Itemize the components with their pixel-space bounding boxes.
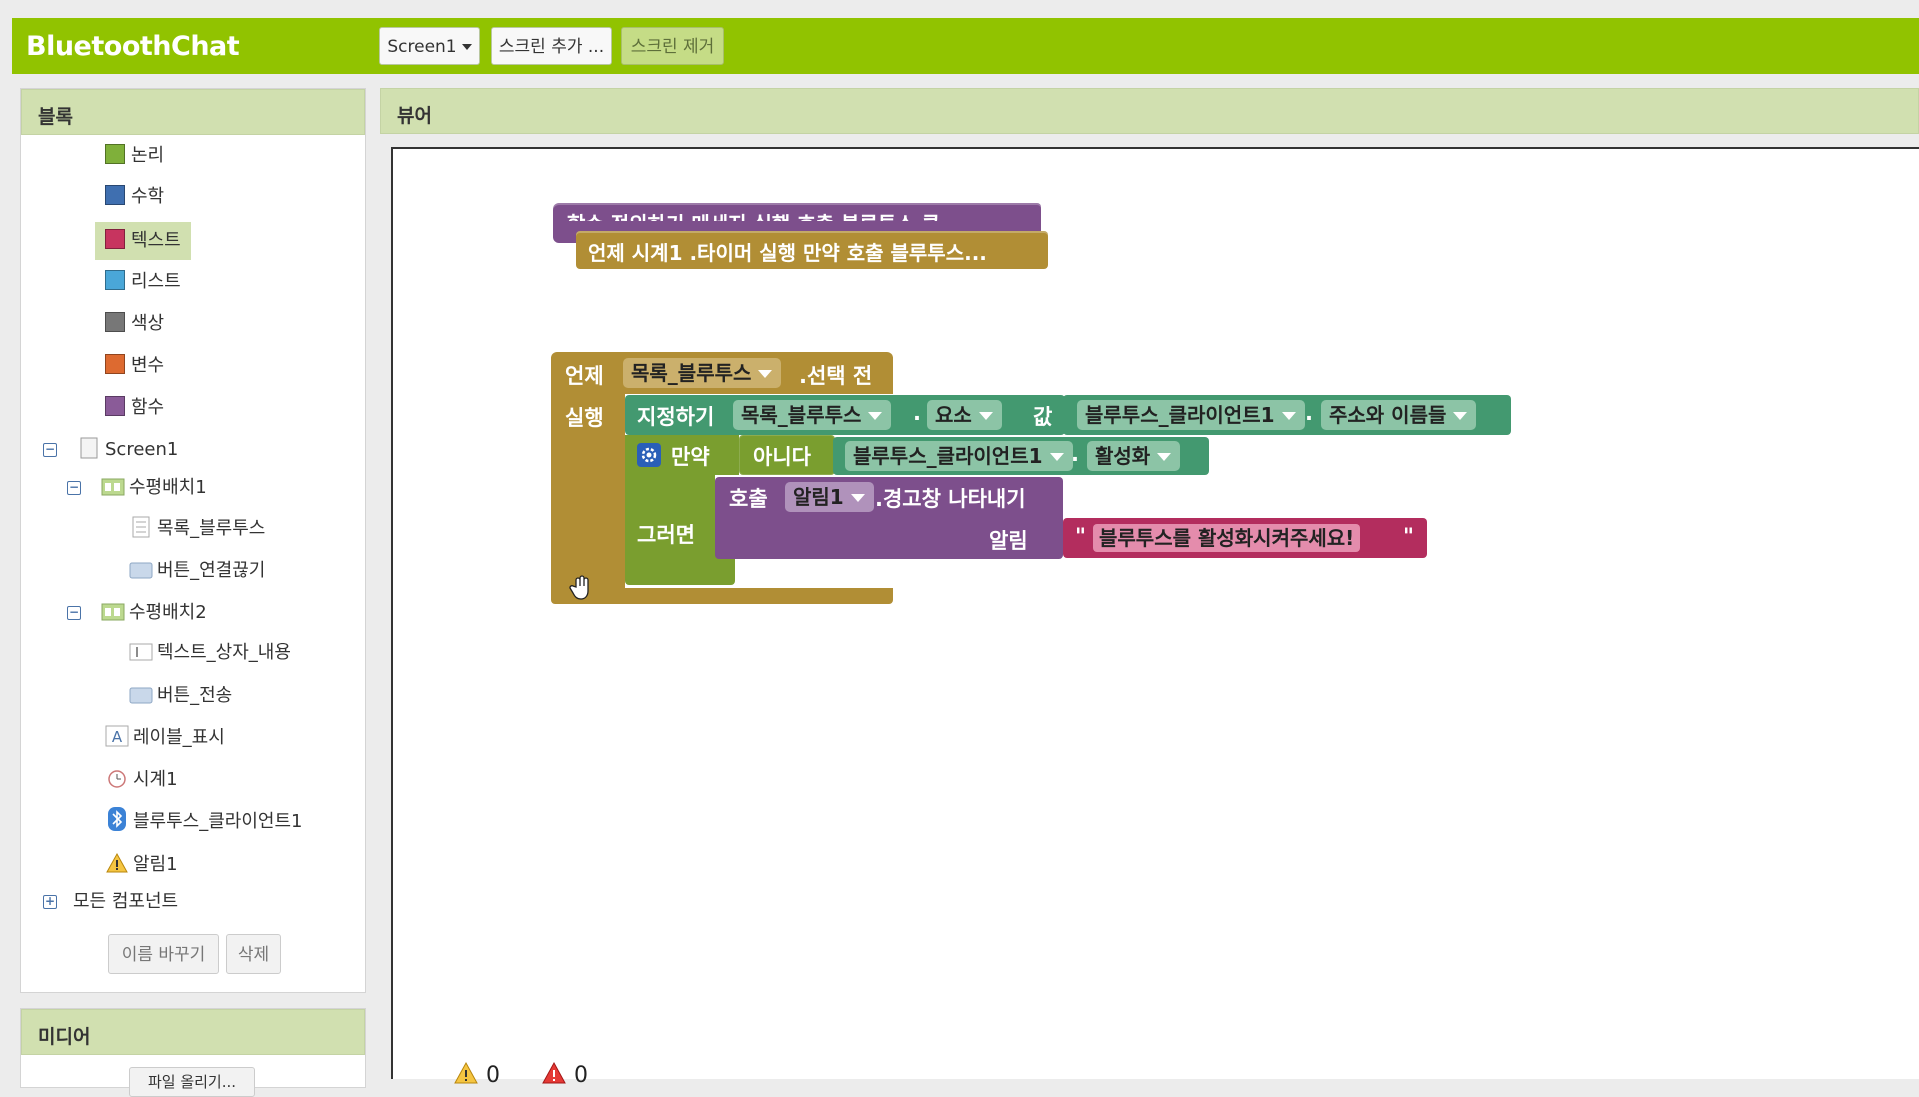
call-method-label: .경고창 나타내기 [875,487,1026,511]
event-do-label: 실행 [565,406,604,430]
text-swatch-icon [105,229,125,249]
then-label: 그러면 [637,523,695,547]
if-footer [625,555,735,585]
event-component-dropdown[interactable]: 목록_블루투스 [623,358,782,388]
set-component-dropdown[interactable]: 목록_블루투스 [733,400,892,430]
clock-icon [105,767,129,789]
not-block[interactable]: 아니다 [739,435,835,475]
top-bar: BluetoothChat Screen1 스크린 추가 ... 스크린 제거 [12,18,1919,74]
builtin-list[interactable]: 리스트 [105,267,181,297]
tree-horizontal-arrangement-1[interactable]: 수평배치1 [101,473,207,503]
button-icon [129,685,153,707]
bluetooth-icon [105,807,129,831]
builtin-procedure[interactable]: 함수 [105,393,164,423]
media-panel: 미디어 파일 올리기... [20,1008,366,1097]
enabled-component-dropdown[interactable]: 블루투스_클라이언트1 [845,441,1073,471]
call-component-dropdown[interactable]: 알림1 [785,482,874,512]
remove-screen-button[interactable]: 스크린 제거 [621,27,724,65]
textbox-icon [129,642,153,664]
tree-listpicker-bluetooth[interactable]: 목록_블루투스 [129,514,265,544]
builtin-text[interactable]: 텍스트 [95,222,191,260]
tree-notifier[interactable]: 알림1 [105,850,178,880]
error-icon [542,1061,566,1084]
add-screen-button[interactable]: 스크린 추가 ... [491,27,612,65]
event-when-label: 언제 [565,364,604,388]
tree-bluetooth-client[interactable]: 블루투스_클라이언트1 [105,807,303,837]
tree-clock[interactable]: 시계1 [105,765,178,795]
horizontal-arrangement-icon [101,477,125,499]
if-label: 만약 [671,445,710,469]
app-title: BluetoothChat [26,31,240,62]
rename-button[interactable]: 이름 바꾸기 [108,934,219,974]
getter-component-dropdown[interactable]: 블루투스_클라이언트1 [1077,400,1305,430]
collapse-h2-toggle[interactable]: − [67,606,81,620]
logic-swatch-icon [105,144,125,164]
expand-all-components-toggle[interactable]: + [43,895,57,909]
tree-label-display[interactable]: A 레이블_표시 [105,723,225,753]
blocks-panel: 블록 논리 수학 텍스트 리스트 색상 변수 함수 − Screen1 − 수평… [20,88,366,993]
screen-select-label: Screen1 [387,37,457,57]
button-icon [129,560,153,582]
builtin-math[interactable]: 수학 [105,182,164,212]
collapse-h1-toggle[interactable]: − [67,481,81,495]
viewer-header: 뷰어 [380,88,1919,134]
getter-plug [1057,405,1067,423]
text-literal-block[interactable]: " 블루투스를 활성화시켜주세요! " [1063,518,1427,558]
blocks-panel-header: 블록 [21,89,365,135]
tree-button-send[interactable]: 버튼_전송 [129,681,232,711]
set-elements-block[interactable]: 지정하기 목록_블루투스 . 요소 값 [625,395,1065,435]
tree-button-disconnect[interactable]: 버튼_연결끊기 [129,556,265,586]
label-icon: A [105,725,129,747]
set-keyword: 지정하기 [637,405,715,429]
call-keyword: 호출 [729,487,768,511]
set-value-label: 값 [1033,405,1053,429]
screen-icon [77,437,101,459]
variable-swatch-icon [105,354,125,374]
builtin-logic[interactable]: 논리 [105,141,164,171]
tree-all-components[interactable]: 모든 컴포넌트 [73,887,178,917]
upload-file-button[interactable]: 파일 올리기... [129,1067,255,1097]
getter-bluetooth-enabled-block[interactable]: 블루투스_클라이언트1 . 활성화 [833,437,1209,475]
call-arg-label: 알림 [989,529,1028,553]
horizontal-arrangement-icon [101,602,125,624]
svg-text:A: A [112,728,123,746]
media-panel-header: 미디어 [21,1009,365,1055]
math-swatch-icon [105,185,125,205]
builtin-color[interactable]: 색상 [105,309,164,339]
call-show-alert-block[interactable]: 호출 알림1 .경고창 나타내기 알림 [715,477,1063,559]
tree-screen1[interactable]: Screen1 [77,435,178,465]
set-property-dropdown[interactable]: 요소 [927,400,1002,430]
tree-textbox-content[interactable]: 텍스트_상자_내용 [129,638,291,668]
warning-count[interactable]: 0 [453,1061,500,1088]
collapse-screen1-toggle[interactable]: − [43,443,57,457]
delete-button[interactable]: 삭제 [226,934,281,974]
color-swatch-icon [105,312,125,332]
text-literal-value[interactable]: 블루투스를 활성화시켜주세요! [1093,524,1361,552]
chevron-down-icon [461,44,472,50]
getter-addresses-and-names-block[interactable]: 블루투스_클라이언트1 . 주소와 이름들 [1057,395,1511,435]
screen-select-dropdown[interactable]: Screen1 [379,27,480,65]
event-name-label: .선택 전 [799,364,873,388]
gear-icon[interactable] [637,443,661,467]
collapsed-clock-timer-block[interactable]: 언제 시계1 .타이머 실행 만약 호출 블루투스... [576,231,1048,269]
list-swatch-icon [105,270,125,290]
warning-icon [454,1061,478,1084]
getter-property-dropdown[interactable]: 주소와 이름들 [1321,400,1477,430]
enabled-property-dropdown[interactable]: 활성화 [1087,441,1181,471]
listpicker-icon [129,516,153,538]
error-count[interactable]: 0 [541,1061,588,1088]
builtin-variable[interactable]: 변수 [105,351,164,381]
hand-cursor-icon [569,575,593,605]
tree-horizontal-arrangement-2[interactable]: 수평배치2 [101,598,207,628]
warning-icon [105,852,129,874]
procedure-swatch-icon [105,396,125,416]
event-footer-bar [551,588,893,604]
blocks-workspace[interactable]: 함수 정의하기 메세지 실행 호출 블루투스 클 언제 시계1 .타이머 실행 … [391,147,1919,1088]
